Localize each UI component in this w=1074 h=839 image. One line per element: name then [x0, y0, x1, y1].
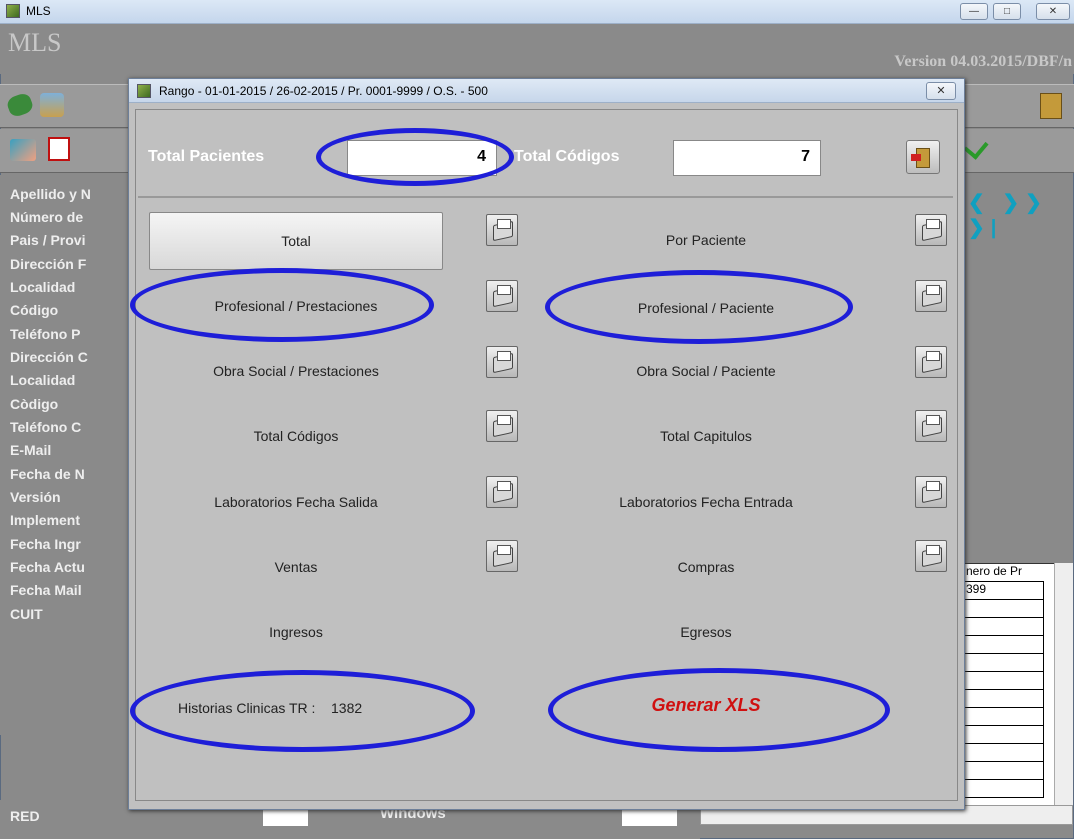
table-row[interactable] [964, 744, 1044, 762]
table-row[interactable] [964, 708, 1044, 726]
field-label: Pais / Provi [10, 232, 86, 248]
field-label: Apellido y N [10, 186, 91, 202]
table-row[interactable] [964, 780, 1044, 798]
app-banner: MLS Version 04.03.2015/DBF/n [0, 24, 1074, 74]
field-label: Versión [10, 489, 61, 505]
add-patient-icon[interactable] [40, 93, 64, 117]
medical-kit-icon[interactable] [48, 137, 70, 161]
table-row[interactable] [964, 672, 1044, 690]
vertical-scrollbar[interactable] [1054, 563, 1073, 805]
dialog-titlebar: Rango - 01-01-2015 / 26-02-2015 / Pr. 00… [129, 79, 964, 103]
money-icon[interactable] [5, 91, 35, 119]
table-row[interactable] [964, 726, 1044, 744]
printer-icon[interactable] [486, 280, 518, 312]
printer-icon[interactable] [915, 476, 947, 508]
table-row[interactable] [964, 762, 1044, 780]
divider [138, 196, 953, 198]
ingresos-button[interactable]: Ingresos [146, 624, 446, 640]
printer-icon[interactable] [915, 346, 947, 378]
grid-header: nero de Pr [964, 564, 1044, 582]
field-label: Teléfono C [10, 419, 82, 435]
egresos-button[interactable]: Egresos [556, 624, 856, 640]
table-row[interactable] [964, 690, 1044, 708]
field-label: Còdigo [10, 396, 59, 412]
total-capitulos-button[interactable]: Total Capitulos [556, 428, 856, 444]
obra-social-paciente-button[interactable]: Obra Social / Paciente [556, 363, 856, 379]
total-pacientes-label: Total Pacientes [148, 148, 265, 165]
app-icon [6, 4, 20, 18]
total-button[interactable]: Total [149, 212, 443, 270]
table-row[interactable] [964, 618, 1044, 636]
field-label: Implement [10, 512, 81, 528]
dialog-title: Rango - 01-01-2015 / 26-02-2015 / Pr. 00… [159, 84, 488, 98]
field-label: Fecha de N [10, 466, 85, 482]
printer-icon[interactable] [486, 346, 518, 378]
nav-arrows[interactable]: ❮ ❯❯ ❯| [968, 190, 1074, 240]
version-label: Version 04.03.2015/DBF/n [894, 53, 1072, 70]
minimize-button[interactable]: — [960, 3, 988, 20]
close-button[interactable]: ✕ [1036, 3, 1070, 20]
annotation-ellipse [548, 668, 890, 752]
table-row[interactable] [964, 654, 1044, 672]
field-label: Fecha Ingr [10, 536, 81, 552]
red-label: RED [10, 808, 40, 824]
table-row[interactable]: 399 [964, 582, 1044, 600]
field-label: Número de [10, 209, 84, 225]
field-label: Dirección F [10, 256, 87, 272]
main-window-title: MLS [26, 4, 51, 18]
printer-icon[interactable] [915, 540, 947, 572]
annotation-ellipse [130, 268, 434, 342]
field-label: Localidad [10, 279, 76, 295]
laboratorios-fecha-salida-button[interactable]: Laboratorios Fecha Salida [146, 494, 446, 510]
field-label: Código [10, 302, 59, 318]
printer-icon[interactable] [486, 476, 518, 508]
annotation-ellipse [545, 270, 853, 344]
total-codigos-button[interactable]: Total Códigos [146, 428, 446, 444]
doctor-icon[interactable] [10, 139, 36, 161]
field-label: E-Mail [10, 442, 52, 458]
main-titlebar: MLS — □ ✕ [0, 0, 1074, 24]
field-label: Localidad [10, 372, 76, 388]
exit-door-icon[interactable] [906, 140, 940, 174]
por-paciente-button[interactable]: Por Paciente [556, 232, 856, 248]
printer-icon[interactable] [486, 214, 518, 246]
compras-button[interactable]: Compras [556, 559, 856, 575]
dialog-close-button[interactable]: ✕ [926, 82, 956, 100]
field-label: Dirección C [10, 349, 88, 365]
maximize-button[interactable]: □ [993, 3, 1021, 20]
field-label: Fecha Mail [10, 582, 82, 598]
printer-icon[interactable] [915, 410, 947, 442]
field-label: Fecha Actu [10, 559, 85, 575]
printer-icon[interactable] [486, 410, 518, 442]
total-codigos-label: Total Códigos [514, 148, 620, 165]
check-icon[interactable] [963, 134, 989, 160]
laboratorios-fecha-entrada-button[interactable]: Laboratorios Fecha Entrada [556, 494, 856, 510]
printer-icon[interactable] [915, 280, 947, 312]
ventas-button[interactable]: Ventas [146, 559, 446, 575]
table-row[interactable] [964, 636, 1044, 654]
exit-door-icon[interactable] [1040, 93, 1062, 119]
obra-social-prestaciones-button[interactable]: Obra Social / Prestaciones [146, 363, 446, 379]
app-icon [137, 84, 151, 98]
patient-fields-panel: Apellido y N Número de Pais / Provi Dire… [0, 175, 125, 735]
annotation-ellipse [130, 670, 475, 752]
printer-icon[interactable] [915, 214, 947, 246]
banner-title: MLS [8, 28, 62, 57]
annotation-ellipse [316, 128, 514, 186]
field-label: Teléfono P [10, 326, 81, 342]
total-codigos-field: 7 [673, 140, 821, 176]
table-row[interactable] [964, 600, 1044, 618]
printer-icon[interactable] [486, 540, 518, 572]
field-label: CUIT [10, 606, 43, 622]
